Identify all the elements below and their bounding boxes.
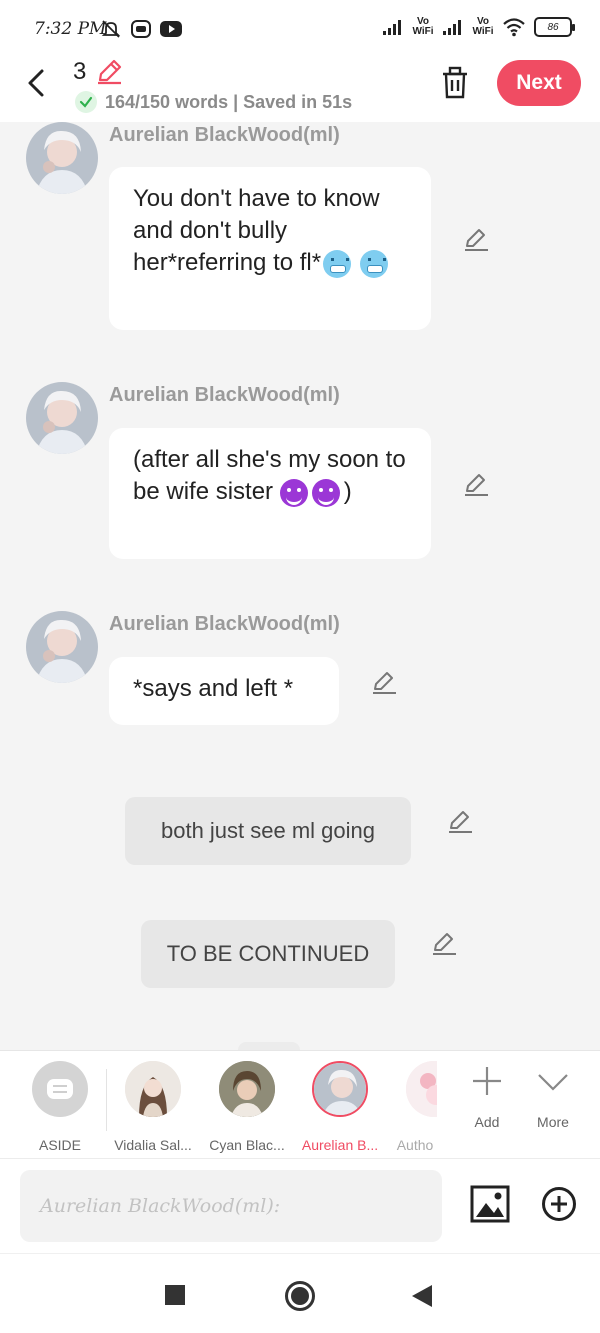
back-triangle-icon[interactable] [410, 1283, 434, 1314]
status-bar: 7:32 PM Vo WiFi Vo WiFi 86 [0, 0, 600, 58]
edit-pencil-icon[interactable] [430, 930, 458, 963]
add-circle-icon[interactable] [541, 1186, 577, 1227]
back-arrow-icon[interactable] [22, 66, 52, 100]
sender-name: Aurelian BlackWood(ml) [109, 613, 340, 635]
cold-face-emoji-icon [359, 249, 388, 278]
sender-name: Aurelian BlackWood(ml) [109, 124, 340, 146]
sender-name: Aurelian BlackWood(ml) [109, 384, 340, 406]
check-icon [75, 91, 97, 113]
message-bubble[interactable]: You don't have to know and don't bully h… [109, 167, 431, 330]
avatar[interactable] [26, 382, 98, 454]
battery-icon: 86 [534, 17, 575, 37]
chapter-number: 3 [73, 58, 87, 85]
recents-icon[interactable] [164, 1284, 186, 1311]
add-label: Add [474, 1114, 500, 1130]
aside-text: both just see ml going [160, 818, 376, 843]
robot-icon [130, 18, 152, 45]
vowifi-label: Vo WiFi [412, 16, 434, 37]
edit-pencil-icon[interactable] [462, 471, 490, 504]
more-button[interactable]: More [523, 1065, 583, 1130]
signal-icon [443, 20, 461, 35]
avatar[interactable] [26, 122, 98, 194]
aside-icon [32, 1061, 88, 1117]
aside-bubble[interactable]: TO BE CONTINUED [141, 920, 395, 988]
aside-bubble[interactable]: both just see ml going [125, 797, 411, 865]
system-nav-bar [0, 1253, 600, 1333]
edit-pencil-icon[interactable] [370, 669, 398, 702]
character-name: Aurelian B... [301, 1137, 379, 1153]
input-row: Aurelian BlackWood(ml): [0, 1158, 600, 1253]
chapter-edit-icon[interactable] [95, 58, 123, 91]
plus-icon [473, 1067, 501, 1095]
input-placeholder: Aurelian BlackWood(ml): [40, 1195, 281, 1217]
home-icon[interactable] [284, 1280, 316, 1317]
message-bubble[interactable]: *says and left * [109, 657, 339, 725]
next-button[interactable]: Next [497, 60, 581, 106]
devil-emoji-icon [279, 478, 308, 507]
closing-paren: ) [343, 478, 352, 505]
edit-pencil-icon[interactable] [462, 226, 490, 259]
image-icon[interactable] [470, 1185, 510, 1228]
character-name: Vidalia Sal... [114, 1137, 192, 1153]
divider [106, 1069, 107, 1131]
devil-emoji-icon [311, 478, 340, 507]
message-bubble[interactable]: (after all she's my soon to be wife sist… [109, 428, 431, 559]
message-text: *says and left * [133, 675, 294, 702]
message-text: (after all she's my soon to be wife sist… [133, 446, 406, 505]
character-aside[interactable]: ASIDE [20, 1061, 100, 1153]
chevron-down-icon [538, 1074, 568, 1091]
character-name: Cyan Blac... [209, 1137, 285, 1153]
character-cyan[interactable]: Cyan Blac... [207, 1061, 287, 1153]
character-name: Autho [396, 1137, 434, 1153]
chat-area[interactable]: Aurelian BlackWood(ml) You don't have to… [0, 122, 600, 1050]
character-aurelian[interactable]: Aurelian B... [300, 1061, 380, 1153]
more-label: More [537, 1114, 569, 1130]
character-author[interactable]: Autho [393, 1061, 437, 1153]
signal-icon [383, 20, 401, 35]
avatar [125, 1061, 181, 1117]
edit-pencil-icon[interactable] [446, 808, 474, 841]
character-name: ASIDE [38, 1137, 81, 1153]
status-time: 7:32 PM [34, 19, 107, 39]
mute-icon [100, 18, 122, 45]
word-count-status: 164/150 words | Saved in 51s [105, 91, 353, 112]
aside-text: TO BE CONTINUED [166, 941, 370, 966]
scroll-handle[interactable] [238, 1042, 300, 1050]
trash-icon[interactable] [440, 66, 470, 105]
message-input[interactable]: Aurelian BlackWood(ml): [20, 1170, 442, 1242]
character-selector: ASIDE Vidalia Sal... Cyan Blac... Aureli… [0, 1050, 600, 1158]
vowifi-label: Vo WiFi [472, 16, 494, 37]
cold-face-emoji-icon [323, 249, 352, 278]
character-vidalia[interactable]: Vidalia Sal... [113, 1061, 193, 1153]
wifi-icon [503, 18, 525, 37]
avatar [312, 1061, 368, 1117]
avatar [219, 1061, 275, 1117]
add-character-button[interactable]: Add [457, 1065, 517, 1130]
save-status: 164/150 words | Saved in 51s [75, 91, 352, 113]
avatar[interactable] [26, 611, 98, 683]
battery-level: 86 [547, 21, 559, 33]
youtube-icon [159, 18, 183, 45]
avatar [406, 1061, 437, 1117]
header: 3 164/150 words | Saved in 51s Next [0, 58, 600, 122]
